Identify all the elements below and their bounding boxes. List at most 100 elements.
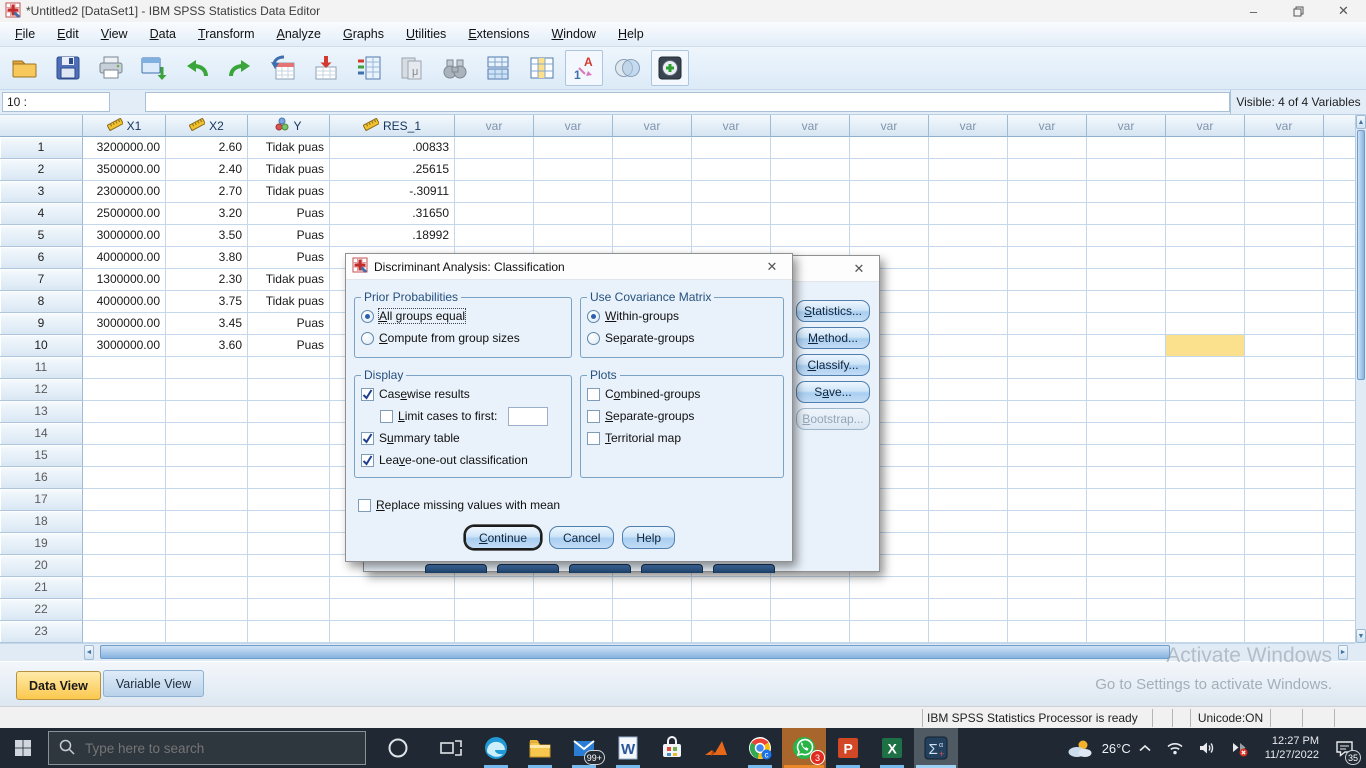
row-header-4[interactable]: 4	[0, 203, 83, 225]
var-cell[interactable]	[1008, 599, 1087, 621]
var-cell[interactable]	[1008, 445, 1087, 467]
var-cell[interactable]	[1008, 269, 1087, 291]
var-cell[interactable]	[1245, 445, 1324, 467]
var-cell[interactable]	[1008, 247, 1087, 269]
data-cell[interactable]: Puas	[248, 313, 330, 335]
var-cell[interactable]	[1008, 401, 1087, 423]
data-cell[interactable]	[83, 621, 166, 643]
recall-dialogs-icon[interactable]	[135, 50, 173, 86]
data-cell[interactable]: Tidak puas	[248, 291, 330, 313]
var-cell[interactable]	[1008, 203, 1087, 225]
cancel-button-partial[interactable]	[641, 564, 703, 573]
var-cell[interactable]	[1324, 379, 1355, 401]
var-cell[interactable]	[929, 401, 1008, 423]
menu-help[interactable]: Help	[607, 23, 655, 45]
taskbar-search[interactable]	[48, 731, 366, 765]
var-cell[interactable]	[1008, 379, 1087, 401]
close-icon[interactable]: ✕	[1321, 0, 1366, 22]
taskbar-chrome-icon[interactable]: c	[738, 728, 782, 768]
data-cell[interactable]: 2500000.00	[83, 203, 166, 225]
row-header-17[interactable]: 17	[0, 489, 83, 511]
scroll-right-icon[interactable]: ►	[1338, 645, 1348, 660]
var-cell[interactable]	[1008, 291, 1087, 313]
data-cell[interactable]	[166, 445, 248, 467]
help-button[interactable]: Help	[622, 526, 675, 549]
insert-variable-icon[interactable]	[522, 50, 560, 86]
data-cell[interactable]: 3.60	[166, 335, 248, 357]
taskbar-mail-icon[interactable]: 99+	[562, 728, 606, 768]
var-cell[interactable]	[1087, 291, 1166, 313]
column-header-x2[interactable]: X2	[166, 115, 248, 137]
var-cell[interactable]	[929, 467, 1008, 489]
data-cell[interactable]	[248, 357, 330, 379]
method-button[interactable]: Method...	[796, 327, 870, 349]
var-cell[interactable]	[850, 159, 929, 181]
var-cell[interactable]	[455, 137, 534, 159]
var-cell[interactable]	[1245, 203, 1324, 225]
var-column-header[interactable]: var	[534, 115, 613, 137]
var-cell[interactable]	[1245, 599, 1324, 621]
var-cell[interactable]	[1087, 555, 1166, 577]
column-header-x1[interactable]: X1	[83, 115, 166, 137]
var-cell[interactable]	[1245, 313, 1324, 335]
var-cell[interactable]	[692, 599, 771, 621]
menu-extensions[interactable]: Extensions	[457, 23, 540, 45]
var-cell[interactable]	[692, 621, 771, 643]
var-cell[interactable]	[1008, 489, 1087, 511]
data-cell[interactable]: Puas	[248, 335, 330, 357]
row-header-21[interactable]: 21	[0, 577, 83, 599]
var-cell[interactable]	[1087, 137, 1166, 159]
data-cell[interactable]	[166, 555, 248, 577]
column-header-res-1[interactable]: RES_1	[330, 115, 455, 137]
scroll-up-icon[interactable]: ▲	[1356, 115, 1366, 129]
data-cell[interactable]	[248, 445, 330, 467]
menu-edit[interactable]: Edit	[46, 23, 90, 45]
var-cell[interactable]	[1245, 621, 1324, 643]
var-cell[interactable]	[1166, 137, 1245, 159]
var-cell[interactable]	[1324, 291, 1355, 313]
data-cell[interactable]: 3000000.00	[83, 313, 166, 335]
data-cell[interactable]: 2300000.00	[83, 181, 166, 203]
cell-editor-input[interactable]	[145, 92, 1230, 112]
radio-button[interactable]	[587, 310, 600, 323]
row-header-13[interactable]: 13	[0, 401, 83, 423]
checkbox[interactable]	[587, 388, 600, 401]
reset-button-partial[interactable]	[569, 564, 631, 573]
data-cell[interactable]: .31650	[330, 203, 455, 225]
radio-within-groups[interactable]: Within-groups	[587, 305, 777, 327]
var-cell[interactable]	[929, 533, 1008, 555]
row-header-20[interactable]: 20	[0, 555, 83, 577]
var-column-header[interactable]: var	[613, 115, 692, 137]
var-cell[interactable]	[1166, 181, 1245, 203]
notifications-icon[interactable]: 35	[1328, 728, 1362, 768]
var-cell[interactable]	[929, 489, 1008, 511]
data-cell[interactable]	[83, 511, 166, 533]
data-cell[interactable]: 4000000.00	[83, 291, 166, 313]
var-cell[interactable]	[534, 225, 613, 247]
data-cell[interactable]	[248, 533, 330, 555]
var-cell[interactable]	[455, 599, 534, 621]
radio-button[interactable]	[361, 332, 374, 345]
var-cell[interactable]	[455, 159, 534, 181]
var-cell[interactable]	[613, 137, 692, 159]
data-cell[interactable]	[83, 401, 166, 423]
var-cell[interactable]	[1324, 225, 1355, 247]
var-cell[interactable]	[1166, 511, 1245, 533]
data-cell[interactable]: 3.20	[166, 203, 248, 225]
var-column-header[interactable]: var	[929, 115, 1008, 137]
var-cell[interactable]	[692, 203, 771, 225]
data-cell[interactable]	[166, 467, 248, 489]
data-cell[interactable]: 3000000.00	[83, 225, 166, 247]
var-cell[interactable]	[1324, 489, 1355, 511]
data-cell[interactable]	[248, 379, 330, 401]
row-header-3[interactable]: 3	[0, 181, 83, 203]
checkbox-limit-cases-to-first[interactable]: Limit cases to first:	[361, 405, 565, 427]
var-cell[interactable]	[850, 203, 929, 225]
data-cell[interactable]: Tidak puas	[248, 181, 330, 203]
data-cell[interactable]: 1300000.00	[83, 269, 166, 291]
data-cell[interactable]	[248, 511, 330, 533]
data-cell[interactable]: 3.50	[166, 225, 248, 247]
var-cell[interactable]	[929, 599, 1008, 621]
var-cell[interactable]	[1324, 159, 1355, 181]
data-cell[interactable]	[83, 533, 166, 555]
